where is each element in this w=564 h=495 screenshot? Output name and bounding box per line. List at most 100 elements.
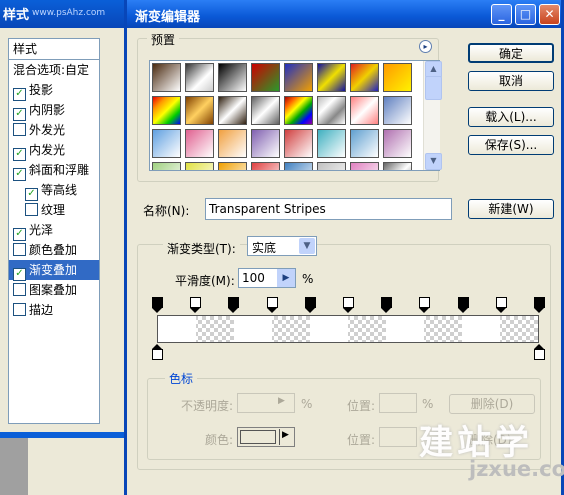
preset-swatch[interactable] [350,162,379,170]
style-item[interactable]: 图案叠加 [9,280,99,300]
styles-header[interactable]: 样式 [9,39,99,60]
opacity-input[interactable] [237,393,295,413]
smoothness-arrow-icon[interactable]: ▶ [277,269,295,287]
preset-swatch[interactable] [251,162,280,170]
scroll-down-icon[interactable]: ▼ [425,153,442,170]
preset-swatch[interactable] [383,63,412,92]
gradient-preview-bar[interactable] [157,315,539,343]
opacity-stop[interactable] [343,297,354,313]
style-item[interactable]: ✓ 内发光 [9,140,99,161]
style-item[interactable]: ✓ 光泽 [9,220,99,241]
opacity-stop-pointer [190,308,201,313]
preset-swatch[interactable] [251,63,280,92]
preset-swatch[interactable] [218,63,247,92]
style-item[interactable]: 描边 [9,300,99,320]
style-item[interactable]: ✓ 内阴影 [9,100,99,121]
style-item-label: 图案叠加 [29,283,78,297]
preset-swatch[interactable] [350,96,379,125]
preset-swatch[interactable] [218,129,247,158]
color-arrow-icon[interactable]: ▶ [282,430,289,440]
delete-button[interactable]: 删除(D) [449,394,535,414]
color-stop[interactable] [152,344,163,360]
preset-swatch[interactable] [185,96,214,125]
opacity-stop-pointer [266,308,277,313]
save-button[interactable]: 保存(S)... [468,135,554,155]
checkbox-icon[interactable] [13,303,26,316]
opacity-stop[interactable] [152,297,163,313]
location-input[interactable] [379,393,417,413]
opacity-stop[interactable] [266,297,278,313]
preset-swatch[interactable] [284,162,313,170]
chevron-down-icon[interactable]: ▼ [299,238,315,254]
style-item[interactable]: ✓ 斜面和浮雕 [9,160,99,181]
preset-swatch[interactable] [152,96,181,125]
preset-swatch[interactable] [218,96,247,125]
checkbox-icon[interactable] [13,283,26,296]
opacity-stop-pointer [304,308,315,313]
opacity-stop[interactable] [228,297,240,313]
style-item[interactable]: 颜色叠加 [9,240,99,260]
preset-swatch[interactable] [350,129,379,158]
preset-swatch[interactable] [185,162,214,170]
gradient-type-select[interactable]: 实底 ▼ [247,236,317,256]
preset-swatch[interactable] [383,96,412,125]
color-label: 颜色: [205,433,234,447]
style-item[interactable]: ✓ 投影 [9,80,99,101]
opacity-stop-pointer [534,308,544,313]
preset-swatch[interactable] [317,63,346,92]
preset-swatch[interactable] [218,162,247,170]
color-swatch[interactable]: ▶ [237,427,295,447]
opacity-stop[interactable] [381,297,393,313]
opacity-stop[interactable] [457,297,469,313]
opacity-arrow-icon[interactable]: ▶ [278,396,285,406]
style-item[interactable]: ✓ 渐变叠加 [9,260,99,281]
opacity-stop[interactable] [419,297,431,313]
opacity-stop[interactable] [304,297,316,313]
checkbox-icon[interactable] [13,123,26,136]
opacity-stop[interactable] [495,297,507,313]
close-icon[interactable]: ✕ [539,4,560,25]
opacity-stop[interactable] [190,297,202,313]
opacity-stop[interactable] [534,297,545,313]
presets-menu-icon[interactable]: ▸ [419,40,432,53]
style-item[interactable]: 混合选项:自定 [9,60,99,80]
preset-swatch[interactable] [284,96,313,125]
opacity-stop-pointer [419,308,430,313]
minimize-icon[interactable]: _ [491,4,512,25]
preset-swatch[interactable] [185,129,214,158]
color-stop[interactable] [534,344,545,360]
scroll-thumb[interactable] [425,76,442,100]
maximize-icon[interactable]: □ [515,4,536,25]
preset-swatch[interactable] [251,129,280,158]
style-item[interactable]: 纹理 [9,200,99,220]
gradient-segment [158,316,196,342]
checkbox-icon[interactable] [13,243,26,256]
opacity-stop-pointer [457,308,468,313]
preset-swatch[interactable] [284,129,313,158]
location-input-2[interactable] [379,427,417,447]
name-input[interactable]: Transparent Stripes [205,198,452,220]
load-button[interactable]: 载入(L)... [468,107,554,127]
style-item-label: 混合选项:自定 [13,63,90,77]
preset-swatch[interactable] [383,162,412,170]
preset-swatch[interactable] [350,63,379,92]
style-item[interactable]: 外发光 [9,120,99,140]
presets-scrollbar[interactable]: ▲ ▼ [423,61,442,170]
ok-button[interactable]: 确定 [468,43,554,63]
preset-swatch[interactable] [251,96,280,125]
preset-swatch[interactable] [152,162,181,170]
preset-swatch[interactable] [152,129,181,158]
new-button[interactable]: 新建(W) [468,199,554,219]
style-item[interactable]: ✓ 等高线 [9,180,99,201]
preset-swatch[interactable] [284,63,313,92]
opacity-stop-square [266,297,278,308]
preset-swatch[interactable] [383,129,412,158]
preset-swatch[interactable] [152,63,181,92]
preset-swatch[interactable] [317,162,346,170]
opacity-stop-pointer [152,308,162,313]
cancel-button[interactable]: 取消 [468,71,554,91]
preset-swatch[interactable] [317,129,346,158]
preset-swatch[interactable] [185,63,214,92]
preset-swatch[interactable] [317,96,346,125]
checkbox-icon[interactable] [25,203,38,216]
